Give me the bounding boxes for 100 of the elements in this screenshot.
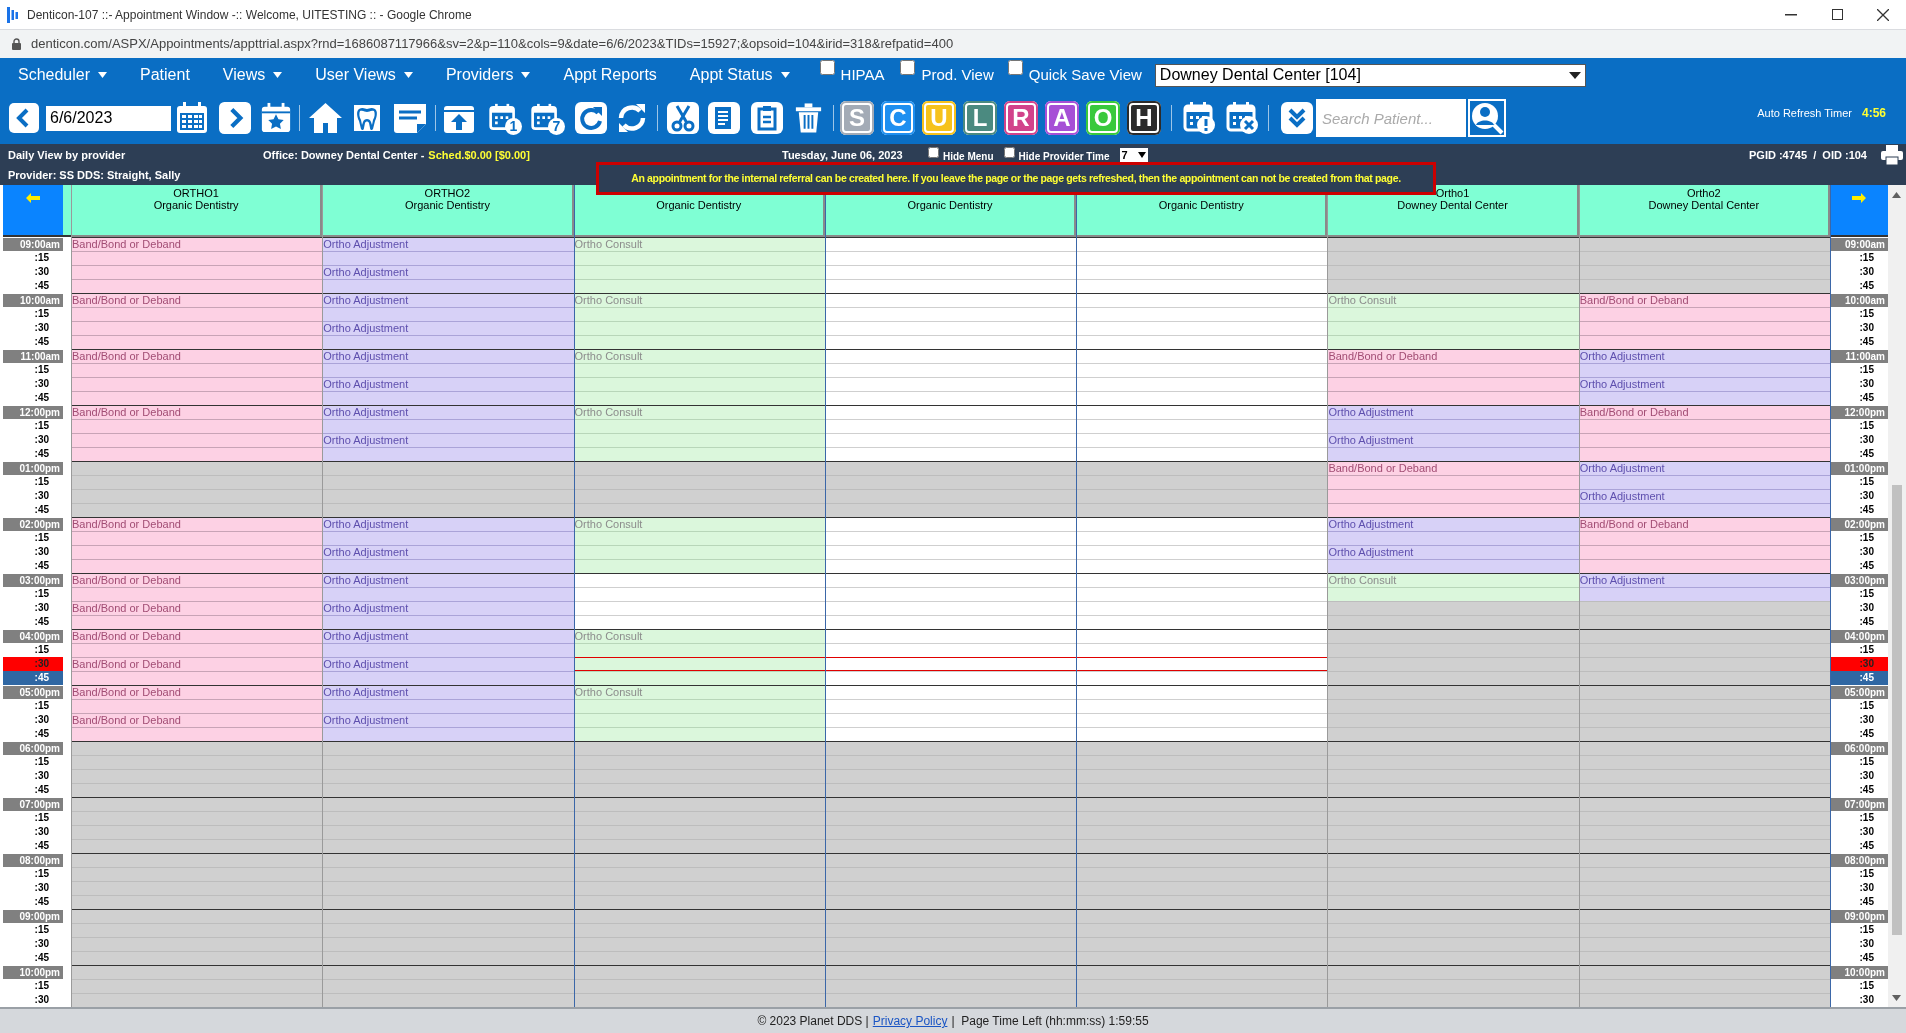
- appointment-label[interactable]: Band/Bond or Deband: [72, 630, 323, 643]
- appointment-block[interactable]: Band/Bond or Deband Band/Bond or Deband: [72, 629, 323, 685]
- checkbox[interactable]: [819, 59, 835, 75]
- appointment-label[interactable]: Ortho Adjustment: [323, 630, 574, 643]
- appointment-label[interactable]: Band/Bond or Deband: [72, 350, 323, 363]
- checkbox[interactable]: [928, 147, 939, 158]
- appointment-label[interactable]: Ortho Adjustment: [1579, 378, 1830, 391]
- appointment-label[interactable]: Ortho Consult: [574, 350, 825, 363]
- status-filter-button[interactable]: L: [963, 101, 997, 135]
- appointment-label[interactable]: Ortho Adjustment: [1579, 574, 1830, 587]
- appointment-block[interactable]: Band/Bond or Deband: [72, 517, 323, 573]
- appointment-label[interactable]: Band/Bond or Deband: [1579, 294, 1830, 307]
- days-select[interactable]: 7: [1119, 148, 1148, 162]
- appointment-label[interactable]: Ortho Adjustment: [323, 266, 574, 279]
- appointment-label[interactable]: Ortho Adjustment: [323, 574, 574, 587]
- appointment-label[interactable]: Band/Bond or Deband: [72, 658, 323, 671]
- appointment-label[interactable]: Ortho Adjustment: [1328, 518, 1579, 531]
- status-filter-button[interactable]: R: [1004, 101, 1038, 135]
- appointment-label[interactable]: Ortho Adjustment: [323, 546, 574, 559]
- appointment-block[interactable]: Ortho Adjustment Ortho Adjustment: [323, 685, 574, 741]
- appointment-label[interactable]: Ortho Consult: [574, 686, 825, 699]
- checkbox-label[interactable]: Hide Menu: [943, 149, 994, 164]
- appointment-block[interactable]: Ortho Consult: [574, 517, 825, 573]
- next-day-button[interactable]: [219, 102, 251, 134]
- appointment-label[interactable]: Ortho Consult: [574, 238, 825, 251]
- appointment-label[interactable]: Ortho Consult: [574, 406, 825, 419]
- appointment-block[interactable]: Band/Bond or Deband: [1579, 293, 1830, 349]
- menu-item[interactable]: Appt Status: [689, 63, 790, 87]
- appointment-label[interactable]: Band/Bond or Deband: [72, 602, 323, 615]
- refresh-button[interactable]: [574, 101, 608, 135]
- previous-day-button[interactable]: [9, 103, 39, 133]
- appointment-label[interactable]: Ortho Consult: [574, 630, 825, 643]
- appointment-label[interactable]: Ortho Adjustment: [323, 322, 574, 335]
- appointment-label[interactable]: Band/Bond or Deband: [72, 714, 323, 727]
- office-select[interactable]: Downey Dental Center [104]: [1154, 63, 1586, 87]
- appointment-block[interactable]: Ortho Adjustment Ortho Adjustment: [1579, 349, 1830, 405]
- checkbox[interactable]: [1007, 59, 1023, 75]
- appointment-label[interactable]: Ortho Adjustment: [1579, 350, 1830, 363]
- menu-item[interactable]: Views: [222, 63, 283, 87]
- appointment-block[interactable]: Ortho Consult: [574, 629, 825, 685]
- document-button[interactable]: [707, 101, 741, 135]
- column-nav-button[interactable]: [3, 185, 63, 237]
- appointment-block[interactable]: Ortho Consult: [1328, 293, 1579, 349]
- appointment-label[interactable]: Band/Bond or Deband: [72, 238, 323, 251]
- appointment-label[interactable]: Ortho Adjustment: [1579, 490, 1830, 503]
- menu-item[interactable]: Providers: [445, 63, 531, 87]
- checkbox[interactable]: [1003, 147, 1015, 158]
- printer-icon[interactable]: [1881, 145, 1903, 165]
- appointment-block[interactable]: Ortho Adjustment Ortho Adjustment: [1328, 405, 1579, 461]
- appointment-label[interactable]: Ortho Adjustment: [323, 406, 574, 419]
- appointment-label[interactable]: Ortho Adjustment: [323, 238, 574, 251]
- appointment-label[interactable]: Ortho Adjustment: [323, 294, 574, 307]
- calendar-button[interactable]: [175, 101, 209, 135]
- favorite-calendar-button[interactable]: [260, 101, 292, 135]
- appointment-label[interactable]: Ortho Adjustment: [1579, 462, 1830, 475]
- appointment-block[interactable]: Ortho Adjustment Ortho Adjustment: [323, 349, 574, 405]
- appointment-label[interactable]: Band/Bond or Deband: [1328, 350, 1579, 363]
- appointment-block[interactable]: Band/Bond or Deband: [72, 405, 323, 461]
- patient-search-button[interactable]: [1468, 99, 1506, 137]
- appointment-block[interactable]: Ortho Consult: [574, 237, 825, 293]
- appointment-label[interactable]: Ortho Adjustment: [1328, 406, 1579, 419]
- home-button[interactable]: [308, 101, 343, 135]
- appointment-label[interactable]: Ortho Adjustment: [323, 658, 574, 671]
- expand-button[interactable]: [1280, 101, 1314, 135]
- appointment-block[interactable]: Band/Bond or Deband: [1328, 349, 1579, 405]
- calendar-alert-button[interactable]: [1182, 101, 1216, 135]
- checkbox-label[interactable]: Quick Save View: [1028, 63, 1142, 87]
- appointment-block[interactable]: Ortho Adjustment Ortho Adjustment: [323, 405, 574, 461]
- checkbox[interactable]: [900, 59, 916, 75]
- appointment-label[interactable]: Ortho Adjustment: [1328, 434, 1579, 447]
- appointment-block[interactable]: Band/Bond or Deband: [72, 293, 323, 349]
- menu-item[interactable]: User Views: [315, 63, 413, 87]
- appointment-block[interactable]: Ortho Adjustment Ortho Adjustment: [323, 517, 574, 573]
- appointment-block[interactable]: Ortho Consult: [1328, 573, 1579, 601]
- appointment-block[interactable]: Ortho Consult: [574, 293, 825, 349]
- appointment-label[interactable]: Band/Bond or Deband: [72, 294, 323, 307]
- appointment-block[interactable]: Ortho Consult: [574, 405, 825, 461]
- appointment-label[interactable]: Band/Bond or Deband: [1579, 406, 1830, 419]
- checkbox-label[interactable]: Hide Provider Time: [1018, 149, 1110, 164]
- week-button[interactable]: 7: [530, 101, 565, 135]
- appointment-label[interactable]: Ortho Consult: [1328, 574, 1579, 587]
- status-filter-button[interactable]: H: [1127, 101, 1161, 135]
- checkbox-label[interactable]: HIPAA: [840, 63, 885, 87]
- appointment-label[interactable]: Ortho Consult: [574, 294, 825, 307]
- appointment-block[interactable]: Band/Bond or Deband: [72, 349, 323, 405]
- column-nav-button[interactable]: [1830, 185, 1888, 237]
- appointment-label[interactable]: Band/Bond or Deband: [1328, 462, 1579, 475]
- appointment-block[interactable]: Ortho Consult: [574, 349, 825, 405]
- menu-item[interactable]: Appt Reports: [563, 63, 657, 87]
- appointment-block[interactable]: Ortho Consult: [574, 685, 825, 741]
- scrollbar-thumb[interactable]: [1891, 485, 1902, 935]
- appointment-block[interactable]: Ortho Adjustment Ortho Adjustment: [323, 629, 574, 685]
- appointment-block[interactable]: Band/Bond or Deband: [1579, 517, 1830, 573]
- appointment-label[interactable]: Ortho Adjustment: [323, 378, 574, 391]
- appointment-block[interactable]: Ortho Adjustment Ortho Adjustment: [1579, 461, 1830, 517]
- status-filter-button[interactable]: A: [1045, 101, 1079, 135]
- appointment-block[interactable]: Band/Bond or Deband: [1579, 405, 1830, 461]
- appointment-label[interactable]: Ortho Adjustment: [323, 350, 574, 363]
- appointment-block[interactable]: Band/Bond or Deband Band/Bond or Deband: [72, 573, 323, 629]
- appointment-block[interactable]: Ortho Adjustment Ortho Adjustment: [323, 573, 574, 629]
